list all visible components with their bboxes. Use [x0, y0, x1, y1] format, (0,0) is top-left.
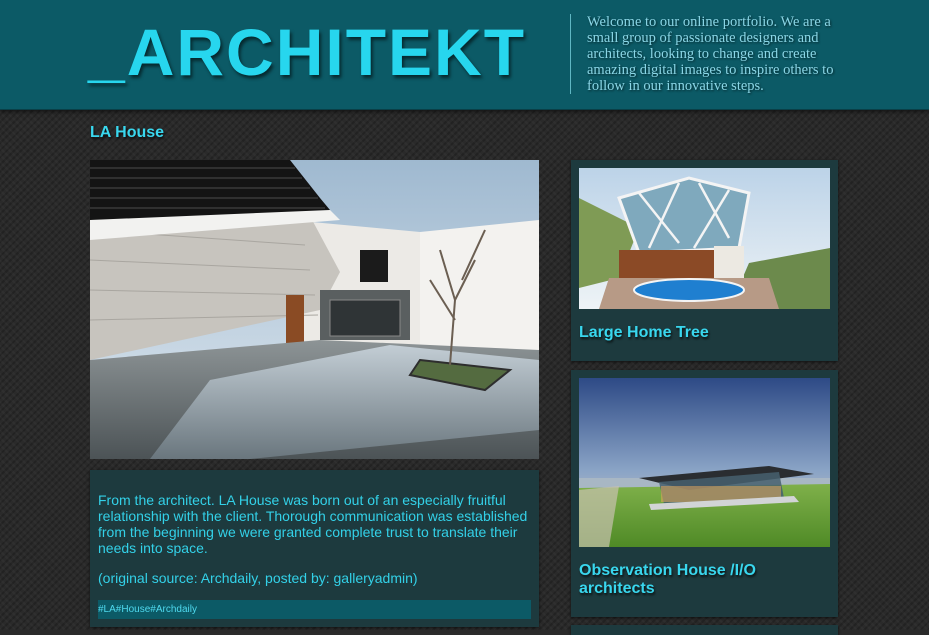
observation-house-photo — [579, 378, 830, 547]
sidebar-card[interactable] — [571, 625, 838, 635]
sidebar-card[interactable]: Observation House /I/O architects — [571, 370, 838, 617]
post-content: From the architect. LA House was born ou… — [90, 470, 539, 627]
site-tagline: Welcome to our online portfolio. We are … — [587, 14, 834, 94]
post-featured-image[interactable] — [90, 160, 539, 459]
post-title[interactable]: LA House — [90, 124, 164, 142]
card-thumbnail[interactable] — [579, 168, 830, 309]
site-header: _ARCHITEKT Welcome to our online portfol… — [0, 0, 929, 110]
site-logo[interactable]: _ARCHITEKT — [88, 14, 526, 90]
card-title[interactable]: Observation House /I/O architects — [579, 562, 829, 598]
card-thumbnail[interactable] — [579, 378, 830, 547]
tag-link[interactable]: #LA — [98, 604, 116, 615]
tag-link[interactable]: #House — [116, 604, 150, 615]
la-house-photo — [90, 160, 539, 459]
post-tags: #LA#House#Archdaily — [98, 600, 531, 619]
post-body: From the architect. LA House was born ou… — [98, 492, 528, 556]
tag-link[interactable]: #Archdaily — [150, 604, 197, 615]
header-divider — [570, 14, 571, 94]
large-home-tree-photo — [579, 168, 830, 309]
sidebar-card[interactable]: Large Home Tree — [571, 160, 838, 361]
card-title[interactable]: Large Home Tree — [579, 324, 829, 342]
post-source: (original source: Archdaily, posted by: … — [98, 570, 418, 586]
